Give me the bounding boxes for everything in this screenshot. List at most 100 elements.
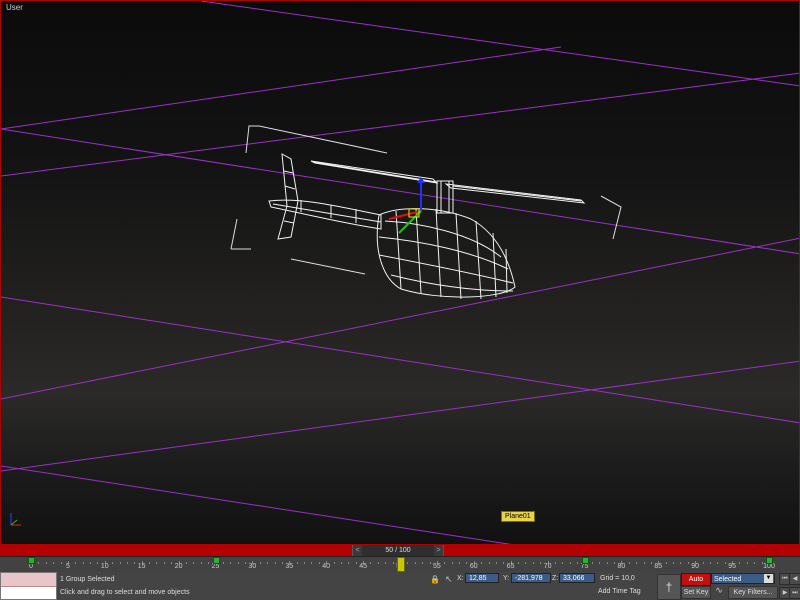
track-tick xyxy=(370,562,372,564)
track-tick xyxy=(392,562,394,564)
track-tick xyxy=(495,562,497,564)
track-tick xyxy=(481,562,483,564)
current-frame-marker[interactable] xyxy=(397,557,405,572)
z-coordinate-field[interactable]: 33,066 xyxy=(559,573,595,583)
track-tick xyxy=(149,562,151,564)
lock-icon[interactable]: 🔒 xyxy=(430,575,440,584)
keyframe-marker[interactable] xyxy=(766,557,773,564)
listener-input[interactable] xyxy=(1,573,56,587)
status-bar: 1 Group Selected Click and drag to selec… xyxy=(0,572,800,600)
scene-canvas xyxy=(1,1,799,544)
keyframe-marker[interactable] xyxy=(28,557,35,564)
grid-size: Grid = 10,0 xyxy=(600,575,635,582)
track-tick xyxy=(643,562,645,564)
prev-key-button[interactable]: ◀ xyxy=(789,573,800,585)
track-tick xyxy=(163,562,165,564)
time-slider[interactable]: < 50 / 100 > xyxy=(352,545,444,556)
track-tick xyxy=(112,562,114,564)
track-tick xyxy=(636,562,638,564)
track-tick xyxy=(45,562,47,564)
next-frame-button[interactable]: > xyxy=(434,545,443,556)
track-frame-label: 55 xyxy=(432,563,441,570)
maxscript-listener[interactable] xyxy=(0,572,57,600)
object-name-tag: Plane01 xyxy=(501,511,535,522)
track-tick xyxy=(451,562,453,564)
track-tick xyxy=(724,562,726,564)
track-tick xyxy=(614,562,616,564)
goto-end-button[interactable]: ⏭ xyxy=(789,587,800,599)
track-tick xyxy=(281,562,283,564)
track-tick xyxy=(340,562,342,564)
helicopter-wireframe xyxy=(268,153,586,300)
track-tick xyxy=(591,562,593,564)
key-icon[interactable]: † xyxy=(657,574,681,600)
track-tick xyxy=(82,562,84,564)
track-tick xyxy=(267,562,269,564)
track-tick xyxy=(650,562,652,564)
track-bar[interactable]: 0510152025303540455055606570758085909510… xyxy=(0,556,800,573)
x-label: X: xyxy=(457,575,464,582)
track-tick xyxy=(274,562,276,564)
track-tick xyxy=(185,562,187,564)
track-tick xyxy=(702,562,704,564)
track-tick xyxy=(333,562,335,564)
previous-frame-button[interactable]: < xyxy=(353,545,362,556)
track-tick xyxy=(53,562,55,564)
track-tick xyxy=(554,562,556,564)
track-frame-label: 40 xyxy=(322,563,331,570)
add-time-tag-button[interactable]: Add Time Tag xyxy=(598,588,641,595)
set-key-button[interactable]: Set Key xyxy=(681,586,711,599)
track-frame-label: 30 xyxy=(248,563,257,570)
track-tick xyxy=(296,562,298,564)
track-frame-label: 35 xyxy=(285,563,294,570)
track-tick xyxy=(444,562,446,564)
key-filters-button[interactable]: Key Filters... xyxy=(728,586,778,599)
z-label: Z: xyxy=(552,575,559,582)
track-tick xyxy=(385,562,387,564)
track-frame-label: 80 xyxy=(617,563,626,570)
x-coordinate-field[interactable]: 12,85 xyxy=(465,573,499,583)
track-frame-label: 0 xyxy=(29,563,33,570)
track-tick xyxy=(746,562,748,564)
y-label: Y: xyxy=(503,575,510,582)
track-frame-label: 20 xyxy=(174,563,183,570)
track-tick xyxy=(304,562,306,564)
track-frame-label: 85 xyxy=(654,563,663,570)
track-frame-label: 60 xyxy=(469,563,478,570)
selection-mode-icon[interactable]: ↖ xyxy=(445,574,453,585)
track-frame-label: 95 xyxy=(728,563,736,570)
track-tick xyxy=(230,562,232,564)
keyframe-marker[interactable] xyxy=(212,557,220,564)
track-tick xyxy=(119,562,121,564)
dropdown-arrow-icon[interactable]: ▼ xyxy=(764,574,773,583)
time-slider-bar[interactable]: < 50 / 100 > xyxy=(0,545,800,556)
track-tick xyxy=(90,562,92,564)
track-tick xyxy=(540,562,542,564)
track-tick xyxy=(628,562,630,564)
track-tick xyxy=(599,562,601,564)
selection-status: 1 Group Selected xyxy=(60,576,115,583)
track-frame-label: 15 xyxy=(137,563,146,570)
track-tick xyxy=(355,562,357,564)
viewport-user[interactable]: User Plane01 xyxy=(0,0,800,545)
y-coordinate-field[interactable]: -281,978 xyxy=(511,573,551,583)
track-frame-label: 90 xyxy=(691,563,700,570)
grid-lines xyxy=(1,1,799,544)
track-tick xyxy=(532,562,534,564)
track-tick xyxy=(245,562,247,564)
track-frame-label: 10 xyxy=(100,563,109,570)
track-tick xyxy=(200,562,202,564)
track-tick xyxy=(97,562,99,564)
track-tick xyxy=(429,562,431,564)
axis-tripod-icon xyxy=(5,509,25,534)
curve-editor-icon[interactable]: ∿ xyxy=(712,585,726,597)
track-tick xyxy=(75,562,77,564)
track-tick xyxy=(562,562,564,564)
track-tick xyxy=(577,562,579,564)
track-tick xyxy=(680,562,682,564)
keyframe-marker[interactable] xyxy=(581,557,589,564)
auto-key-button[interactable]: Auto Key xyxy=(681,573,711,594)
track-tick xyxy=(377,562,379,564)
track-tick xyxy=(193,562,195,564)
prompt-line: Click and drag to select and move object… xyxy=(60,589,190,596)
